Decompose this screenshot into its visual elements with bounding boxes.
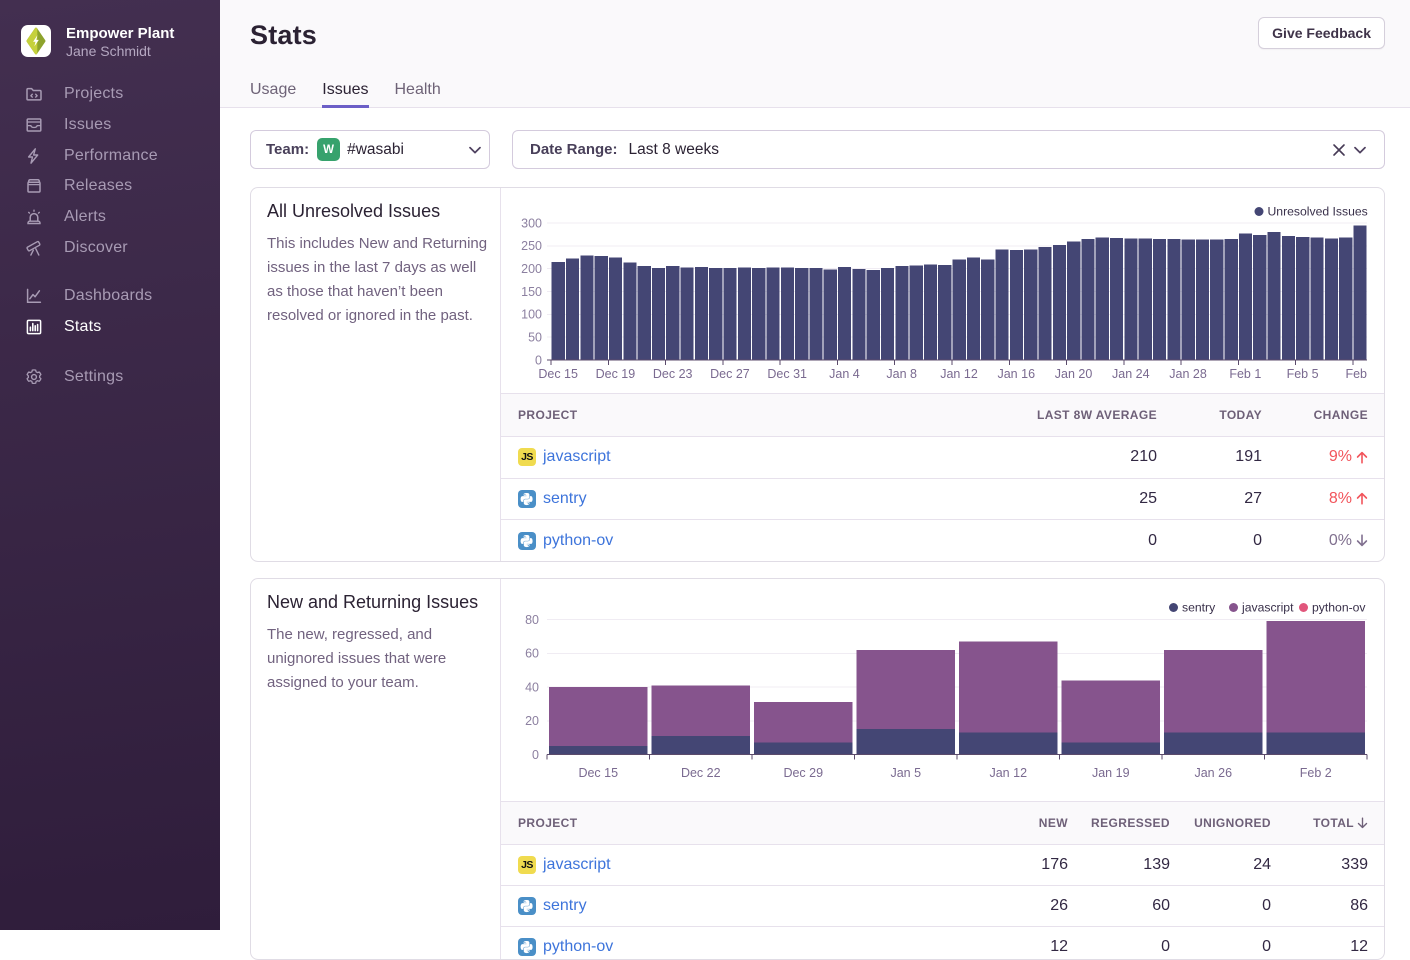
svg-text:python-ov: python-ov [1312, 601, 1366, 615]
svg-text:Dec 23: Dec 23 [653, 367, 693, 381]
svg-text:Jan 19: Jan 19 [1092, 766, 1130, 780]
svg-text:Unresolved Issues: Unresolved Issues [1268, 205, 1368, 219]
svg-text:200: 200 [521, 262, 542, 276]
svg-text:Dec 27: Dec 27 [710, 367, 750, 381]
svg-text:20: 20 [525, 714, 539, 728]
svg-text:Jan 26: Jan 26 [1194, 766, 1232, 780]
svg-text:0: 0 [532, 748, 539, 762]
svg-text:sentry: sentry [1182, 601, 1216, 615]
svg-text:Dec 15: Dec 15 [578, 766, 618, 780]
svg-text:0: 0 [535, 353, 542, 367]
svg-text:Feb 2: Feb 2 [1300, 766, 1332, 780]
svg-text:Jan 4: Jan 4 [829, 367, 860, 381]
svg-text:300: 300 [521, 216, 542, 230]
svg-text:Dec 31: Dec 31 [767, 367, 807, 381]
svg-text:250: 250 [521, 239, 542, 253]
svg-text:80: 80 [525, 613, 539, 627]
svg-text:Feb 5: Feb 5 [1287, 367, 1319, 381]
svg-text:Jan 28: Jan 28 [1169, 367, 1207, 381]
svg-text:Jan 16: Jan 16 [997, 367, 1035, 381]
svg-text:Jan 8: Jan 8 [886, 367, 917, 381]
svg-text:Jan 12: Jan 12 [989, 766, 1027, 780]
svg-text:Jan 5: Jan 5 [890, 766, 921, 780]
svg-text:Jan 12: Jan 12 [940, 367, 978, 381]
svg-text:50: 50 [528, 330, 542, 344]
svg-text:Dec 29: Dec 29 [783, 766, 823, 780]
svg-text:Feb 1: Feb 1 [1229, 367, 1261, 381]
svg-text:Dec 22: Dec 22 [681, 766, 721, 780]
svg-text:Dec 19: Dec 19 [596, 367, 636, 381]
svg-text:100: 100 [521, 308, 542, 322]
svg-text:Feb: Feb [1345, 367, 1367, 381]
svg-text:Jan 24: Jan 24 [1112, 367, 1150, 381]
svg-text:Dec 15: Dec 15 [538, 367, 578, 381]
svg-text:javascript: javascript [1241, 601, 1294, 615]
svg-text:150: 150 [521, 285, 542, 299]
svg-text:Jan 20: Jan 20 [1055, 367, 1093, 381]
svg-text:40: 40 [525, 680, 539, 694]
svg-text:60: 60 [525, 647, 539, 661]
